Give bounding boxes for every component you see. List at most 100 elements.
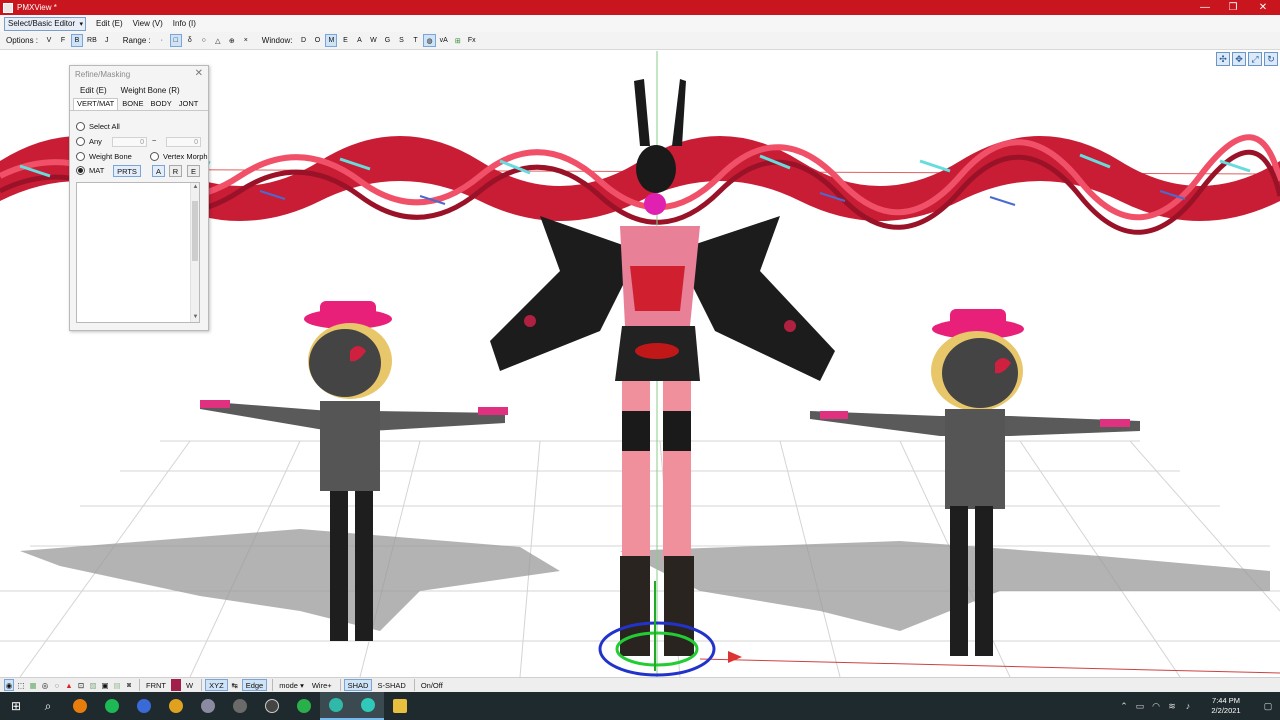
editor-mode-select[interactable]: Select/Basic Editor ▾ xyxy=(4,16,86,31)
app-icon-7[interactable] xyxy=(224,692,256,720)
rigid-icon[interactable]: ▲ xyxy=(64,679,74,691)
wire-button[interactable]: Wire+ xyxy=(309,679,335,691)
obs-icon[interactable] xyxy=(256,692,288,720)
shad-button[interactable]: SHAD xyxy=(343,679,373,691)
joint-icon[interactable]: ⊡ xyxy=(76,679,86,691)
morph-icon[interactable]: ▨ xyxy=(88,679,98,691)
battery-icon[interactable]: ▭ xyxy=(1132,701,1148,712)
grid-icon[interactable]: ⊞ xyxy=(452,34,464,47)
vertex-icon[interactable]: ⬚ xyxy=(16,679,26,691)
tab-bone[interactable]: BONE xyxy=(119,99,146,110)
scroll-down-icon[interactable]: ▼ xyxy=(191,313,200,322)
any-from-field[interactable]: 0 xyxy=(112,137,147,147)
any-option[interactable]: Any xyxy=(76,137,102,146)
chevron-up-icon[interactable]: ⌃ xyxy=(1116,701,1132,712)
search-icon[interactable]: ⌕ xyxy=(32,692,64,720)
app-g-icon[interactable] xyxy=(128,692,160,720)
range-point[interactable]: · xyxy=(156,34,168,47)
panel-menu-edit[interactable]: Edit (E) xyxy=(80,86,107,95)
panel-menu-weight-bone[interactable]: Weight Bone (R) xyxy=(121,86,180,95)
app-icon-9[interactable] xyxy=(288,692,320,720)
on-off-button[interactable]: On/Off xyxy=(418,679,446,691)
select-all-radio[interactable] xyxy=(76,122,85,131)
window-m[interactable]: M xyxy=(325,34,338,47)
vertex-morph-option[interactable]: Vertex Morph xyxy=(150,152,208,161)
window-e[interactable]: E xyxy=(339,34,351,47)
weight-bone-option[interactable]: Weight Bone xyxy=(76,152,132,161)
e-button[interactable]: E xyxy=(187,165,200,177)
weight-bone-radio[interactable] xyxy=(76,152,85,161)
edge-button[interactable]: Edge xyxy=(241,679,268,691)
select-mode-icon[interactable]: ◉ xyxy=(4,679,14,691)
chrome-icon[interactable] xyxy=(160,692,192,720)
spotify-icon[interactable] xyxy=(96,692,128,720)
app-icon-6[interactable] xyxy=(192,692,224,720)
mode-dropdown[interactable]: mode ▾ xyxy=(276,679,307,691)
range-plus[interactable]: ⊕ xyxy=(226,34,238,47)
option-v[interactable]: V xyxy=(43,34,55,47)
close-button[interactable]: ✕ xyxy=(1248,0,1278,15)
window-s[interactable]: S xyxy=(395,34,407,47)
range-lasso[interactable]: δ xyxy=(184,34,196,47)
speaker-icon[interactable]: ♪ xyxy=(1180,701,1196,711)
tab-body[interactable]: BODY xyxy=(148,99,175,110)
clock[interactable]: 7:44 PM 2/2/2021 xyxy=(1196,696,1256,716)
bone-icon[interactable]: ◎ xyxy=(40,679,50,691)
option-b[interactable]: B xyxy=(71,34,84,47)
ik-icon[interactable]: ◌ xyxy=(52,679,62,691)
notification-icon[interactable]: ▢ xyxy=(1256,701,1280,712)
w-button[interactable]: W xyxy=(183,679,196,691)
restore-button[interactable]: ❐ xyxy=(1218,0,1248,15)
option-fx[interactable]: Fx xyxy=(466,34,478,47)
scroll-thumb[interactable] xyxy=(192,201,198,261)
window-w[interactable]: W xyxy=(367,34,379,47)
pmxeditor-taskbar-icon[interactable] xyxy=(352,692,384,720)
network-icon[interactable]: ◠ xyxy=(1148,701,1164,712)
material-list[interactable]: ▲ ▼ xyxy=(76,182,200,323)
start-icon[interactable]: ⊞ xyxy=(0,692,32,720)
window-t[interactable]: T xyxy=(409,34,421,47)
menu-info[interactable]: Info (I) xyxy=(173,19,196,28)
rotate-view-icon[interactable]: ↻ xyxy=(1264,52,1278,66)
select-all-option[interactable]: Select All xyxy=(76,122,120,131)
range-circle[interactable]: ○ xyxy=(198,34,210,47)
front-view-button[interactable]: FRNT xyxy=(143,679,169,691)
blender-icon[interactable] xyxy=(64,692,96,720)
globe-icon[interactable]: ◍ xyxy=(423,34,436,47)
r-button[interactable]: R xyxy=(169,165,182,177)
list-scrollbar[interactable]: ▲ ▼ xyxy=(190,183,199,322)
vertex-morph-radio[interactable] xyxy=(150,152,159,161)
menu-view[interactable]: View (V) xyxy=(133,19,163,28)
option-f[interactable]: F xyxy=(57,34,69,47)
color-swatch-icon[interactable] xyxy=(171,679,181,691)
any-radio[interactable] xyxy=(76,137,85,146)
tab-vert-mat[interactable]: VERT/MAT xyxy=(73,98,119,110)
pmxview-taskbar-icon[interactable] xyxy=(320,692,352,720)
window-a[interactable]: A xyxy=(353,34,365,47)
scroll-up-icon[interactable]: ▲ xyxy=(191,183,200,192)
range-triangle[interactable]: △ xyxy=(212,34,224,47)
window-o[interactable]: O xyxy=(311,34,323,47)
option-va[interactable]: vA xyxy=(438,34,450,47)
prts-button[interactable]: PRTS xyxy=(113,165,141,177)
close-icon[interactable]: ✕ xyxy=(195,68,203,79)
range-cross[interactable]: × xyxy=(240,34,252,47)
s-shad-button[interactable]: S-SHAD xyxy=(374,679,408,691)
range-rect[interactable]: □ xyxy=(169,34,182,47)
mat-option[interactable]: MAT xyxy=(76,166,104,175)
a-button[interactable]: A xyxy=(152,165,165,177)
minimize-button[interactable]: — xyxy=(1190,0,1220,15)
zoom-view-icon[interactable]: ⤢ xyxy=(1248,52,1262,66)
xyz-button[interactable]: XYZ xyxy=(205,679,228,691)
mat-radio[interactable] xyxy=(76,166,85,175)
axis-icon[interactable]: ↹ xyxy=(230,679,240,691)
window-g[interactable]: G xyxy=(381,34,393,47)
pan-view-icon[interactable]: ✥ xyxy=(1232,52,1246,66)
menu-edit[interactable]: Edit (E) xyxy=(96,19,123,28)
any-to-field[interactable]: 0 xyxy=(166,137,201,147)
soft-icon[interactable]: ▤ xyxy=(112,679,122,691)
window-d[interactable]: D xyxy=(297,34,309,47)
move-view-icon[interactable]: ✣ xyxy=(1216,52,1230,66)
folder-icon[interactable] xyxy=(384,692,416,720)
frame-icon[interactable]: ▣ xyxy=(100,679,110,691)
